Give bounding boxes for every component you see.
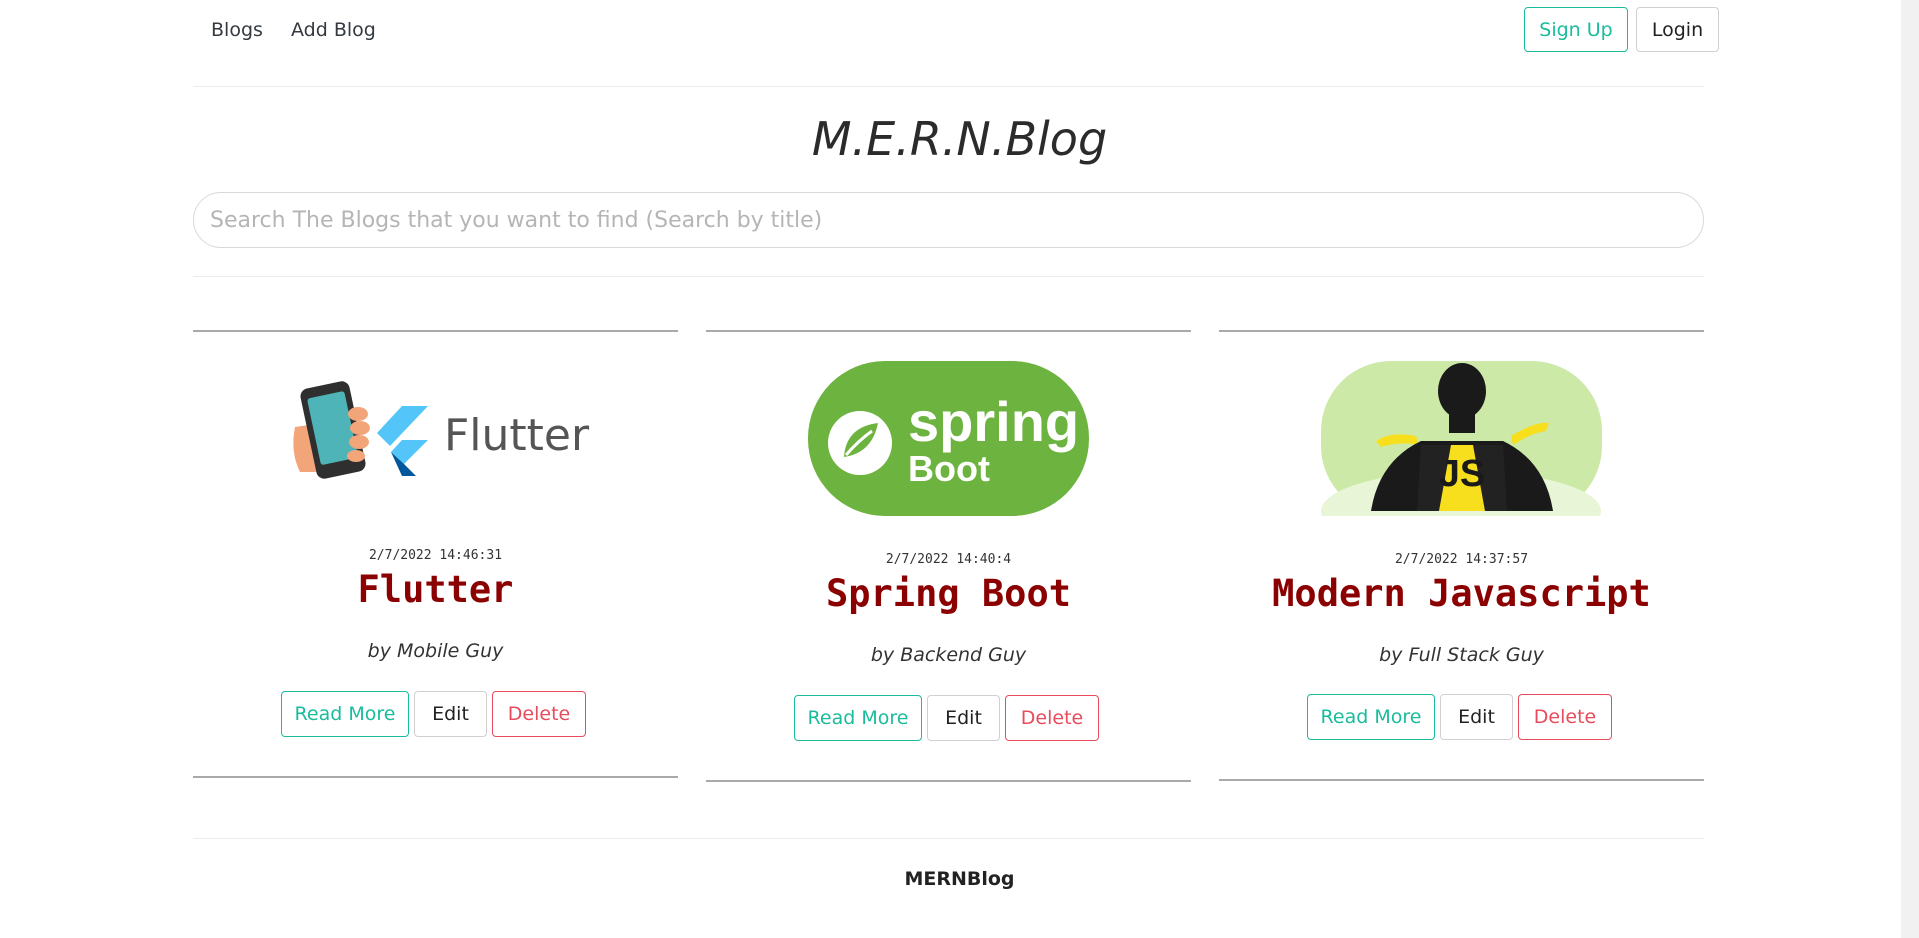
edit-button[interactable]: Edit xyxy=(1440,694,1513,740)
delete-button[interactable]: Delete xyxy=(1518,694,1612,740)
card-top-border xyxy=(706,330,1191,332)
js-logo-text: JS xyxy=(1439,453,1485,495)
card-top-border xyxy=(193,330,678,332)
edit-button[interactable]: Edit xyxy=(927,695,1000,741)
card-date: 2/7/2022 14:37:57 xyxy=(1394,552,1529,567)
card-bottom-border xyxy=(1219,779,1704,781)
boot-logo-text: Boot xyxy=(908,448,990,489)
delete-button[interactable]: Delete xyxy=(1005,695,1099,741)
spring-boot-logo-icon: spring Boot xyxy=(808,361,1089,516)
nav-link-blogs[interactable]: Blogs xyxy=(211,19,263,41)
card-author: by Mobile Guy xyxy=(367,640,504,662)
edit-button[interactable]: Edit xyxy=(414,691,487,737)
footer-brand: MERNBlog xyxy=(904,868,1015,890)
card-bottom-border xyxy=(193,776,678,778)
read-more-button[interactable]: Read More xyxy=(281,691,409,737)
flutter-logo-text: Flutter xyxy=(444,410,590,461)
sign-up-button[interactable]: Sign Up xyxy=(1524,7,1628,52)
card-title: Spring Boot xyxy=(825,572,1072,615)
card-top-border xyxy=(1219,330,1704,332)
nav-link-add-blog[interactable]: Add Blog xyxy=(291,19,376,41)
card-date: 2/7/2022 14:46:31 xyxy=(368,548,503,563)
card-author: by Backend Guy xyxy=(870,644,1027,666)
spring-logo-text: spring xyxy=(908,390,1079,453)
search-input[interactable] xyxy=(193,192,1704,248)
read-more-button[interactable]: Read More xyxy=(1307,694,1435,740)
card-bottom-border xyxy=(706,780,1191,782)
footer-divider xyxy=(193,838,1704,839)
card-title: Flutter xyxy=(357,568,514,611)
search-divider xyxy=(193,276,1704,277)
javascript-hero-icon: JS xyxy=(1321,361,1602,551)
login-button[interactable]: Login xyxy=(1636,7,1719,52)
header-divider xyxy=(193,86,1704,87)
card-title: Modern Javascript xyxy=(1272,572,1651,615)
site-title: M.E.R.N.Blog xyxy=(811,112,1108,166)
scrollbar[interactable] xyxy=(1901,0,1919,938)
delete-button[interactable]: Delete xyxy=(492,691,586,737)
read-more-button[interactable]: Read More xyxy=(794,695,922,741)
card-author: by Full Stack Guy xyxy=(1379,644,1544,666)
card-date: 2/7/2022 14:40:4 xyxy=(885,552,1012,567)
